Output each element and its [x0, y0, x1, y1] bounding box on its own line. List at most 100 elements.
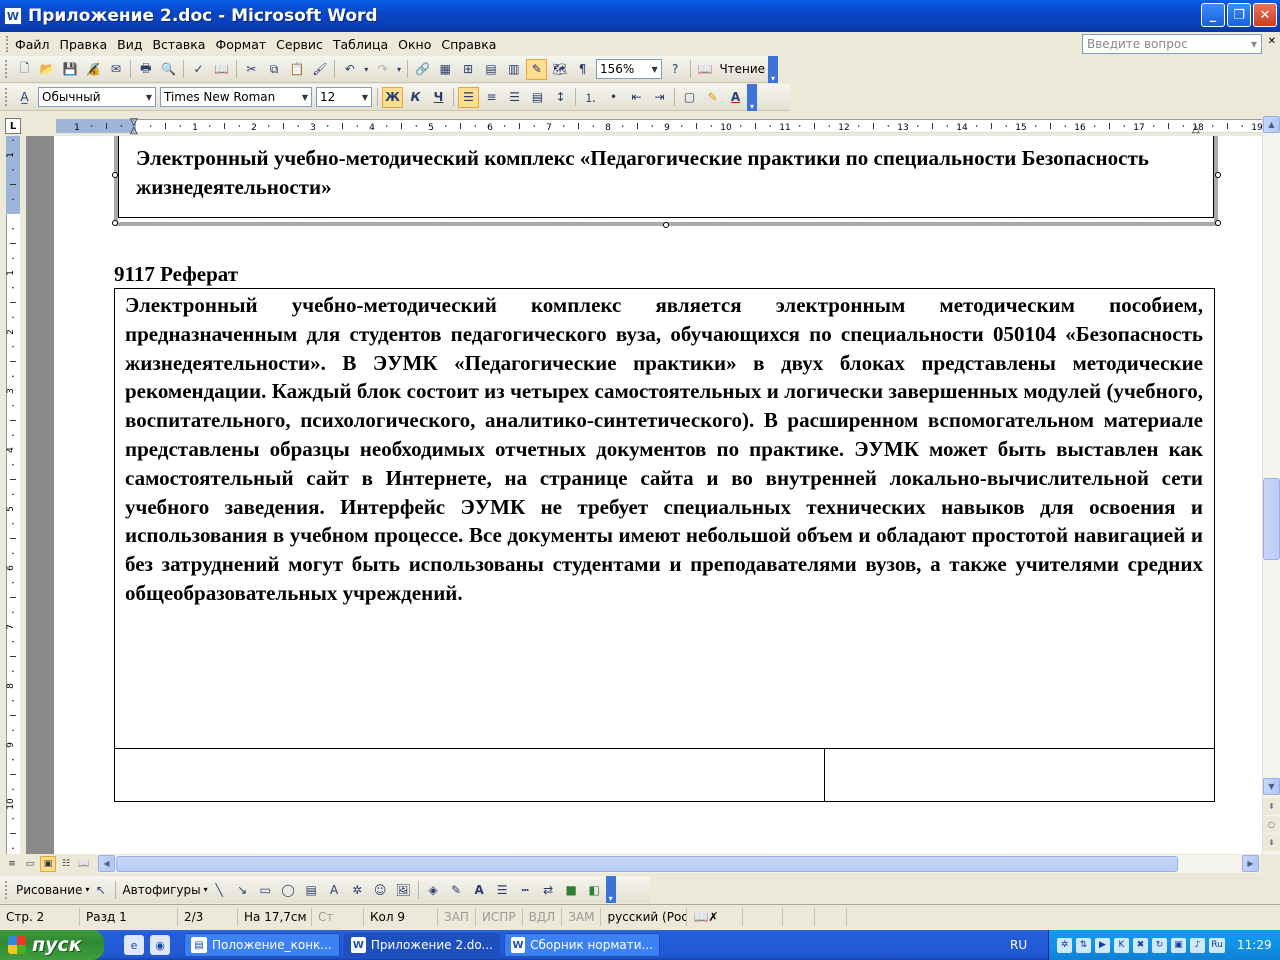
left-indent-marker[interactable]: △: [130, 125, 138, 136]
draw-menu-button[interactable]: Рисование: [16, 883, 82, 897]
frame-handle[interactable]: [663, 222, 669, 228]
status-page[interactable]: Стр. 2: [0, 907, 80, 926]
3d-style-icon[interactable]: ◧: [584, 879, 605, 900]
columns-icon[interactable]: ▥: [504, 59, 525, 80]
scroll-down-icon[interactable]: ▼: [1263, 778, 1280, 795]
numbering-icon[interactable]: ⒈: [580, 87, 601, 108]
status-ext[interactable]: ВДЛ: [523, 907, 563, 926]
diagram-icon[interactable]: ✲: [347, 879, 368, 900]
scroll-right-icon[interactable]: ▶: [1242, 855, 1259, 872]
section-title[interactable]: 9117 Реферат: [114, 262, 238, 287]
cut-icon[interactable]: ✂: [241, 59, 262, 80]
font-size-select[interactable]: 12 ▼: [316, 87, 372, 107]
menu-tools[interactable]: Сервис: [271, 37, 328, 52]
header-text[interactable]: Электронный учебно-методический комплекс…: [136, 144, 1206, 202]
wordart-icon[interactable]: A: [324, 879, 345, 900]
autoshapes-menu-button[interactable]: Автофигуры: [122, 883, 200, 897]
media-player-icon[interactable]: ▶: [1095, 937, 1110, 953]
toolbar-options-icon[interactable]: ▾: [768, 55, 779, 83]
clipart-icon[interactable]: ☺: [370, 879, 391, 900]
font-color-icon[interactable]: A: [725, 87, 746, 108]
keyboard-layout-icon[interactable]: Ru: [1209, 937, 1225, 953]
word-doc-icon[interactable]: W: [4, 7, 22, 25]
horizontal-scrollbar[interactable]: ◀ ▶: [98, 855, 1260, 873]
tables-borders-icon[interactable]: ▦: [435, 59, 456, 80]
reading-view-icon[interactable]: 📖: [76, 856, 92, 872]
update-icon[interactable]: ↻: [1152, 937, 1167, 953]
security-icon[interactable]: ✖: [1133, 937, 1148, 953]
copy-icon[interactable]: ⧉: [264, 59, 285, 80]
save-icon[interactable]: 💾: [60, 59, 81, 80]
decrease-indent-icon[interactable]: ⇤: [626, 87, 647, 108]
oval-tool-icon[interactable]: ◯: [278, 879, 299, 900]
chevron-down-icon[interactable]: ▼: [302, 93, 308, 102]
language-indicator[interactable]: RU: [1010, 930, 1027, 960]
chevron-down-icon[interactable]: ▼: [652, 65, 658, 74]
status-rec[interactable]: ЗАП: [438, 907, 476, 926]
document-page[interactable]: Электронный учебно-методический комплекс…: [54, 136, 1262, 854]
justify-icon[interactable]: ▤: [527, 87, 548, 108]
increase-indent-icon[interactable]: ⇥: [649, 87, 670, 108]
menu-file[interactable]: Файл: [10, 37, 55, 52]
previous-page-icon[interactable]: ⇞: [1263, 798, 1280, 815]
chevron-down-icon[interactable]: ▾: [85, 885, 89, 894]
line-style-icon[interactable]: ☰: [492, 879, 513, 900]
picture-icon[interactable]: 🖼: [393, 879, 414, 900]
status-column[interactable]: Кол 9: [364, 907, 438, 926]
select-browse-object-icon[interactable]: ○: [1263, 816, 1280, 833]
borders-icon[interactable]: ▢: [679, 87, 700, 108]
bullets-icon[interactable]: •: [603, 87, 624, 108]
outline-view-icon[interactable]: ☷: [58, 856, 74, 872]
new-document-icon[interactable]: 🗋: [14, 59, 35, 80]
toolbar-grip[interactable]: [5, 88, 9, 106]
show-formatting-icon[interactable]: ¶: [572, 59, 593, 80]
print-icon[interactable]: 🖶: [135, 59, 156, 80]
start-button[interactable]: пуск: [0, 930, 104, 960]
styles-pane-icon[interactable]: A̲: [14, 87, 35, 108]
toolbar-options-icon[interactable]: ▾: [605, 876, 616, 903]
menu-edit[interactable]: Правка: [55, 37, 113, 52]
normal-view-icon[interactable]: ≡: [4, 856, 20, 872]
frame-handle[interactable]: [1215, 172, 1221, 178]
email-icon[interactable]: ✉: [105, 59, 126, 80]
spelling-icon[interactable]: ✓: [188, 59, 209, 80]
chevron-down-icon[interactable]: ▼: [362, 93, 368, 102]
print-preview-icon[interactable]: 🔍: [158, 59, 179, 80]
permission-icon[interactable]: 🔏: [83, 59, 104, 80]
align-left-icon[interactable]: ☰: [458, 86, 479, 108]
next-page-icon[interactable]: ⇟: [1263, 834, 1280, 851]
undo-icon[interactable]: ↶: [339, 59, 360, 80]
insert-excel-icon[interactable]: ▤: [481, 59, 502, 80]
frame-handle[interactable]: [112, 220, 118, 226]
toolbar-options-icon[interactable]: ▾: [747, 83, 757, 111]
highlight-icon[interactable]: ✎: [702, 87, 723, 108]
display-icon[interactable]: ▣: [1171, 937, 1186, 953]
italic-button[interactable]: К: [405, 87, 426, 108]
open-folder-icon[interactable]: 📂: [37, 59, 58, 80]
bold-button[interactable]: Ж: [382, 86, 403, 108]
chevron-down-icon[interactable]: ▾: [362, 59, 370, 80]
close-button[interactable]: ✕: [1253, 3, 1277, 27]
network-icon[interactable]: ✲: [1057, 937, 1072, 953]
line-spacing-icon[interactable]: ↕: [550, 87, 571, 108]
scroll-left-icon[interactable]: ◀: [98, 855, 115, 872]
close-document-icon[interactable]: ✕: [1268, 36, 1276, 47]
chevron-down-icon[interactable]: ▼: [146, 93, 152, 102]
horizontal-scroll-thumb[interactable]: [116, 856, 1178, 872]
vertical-scrollbar[interactable]: ▲ ▼ ⇞ ○ ⇟: [1262, 116, 1280, 854]
frame-handle[interactable]: [1215, 220, 1221, 226]
shadow-style-icon[interactable]: ■: [561, 879, 582, 900]
status-position[interactable]: На 17,7см: [238, 907, 312, 926]
toolbar-grip[interactable]: [5, 60, 9, 78]
antivirus-icon[interactable]: K: [1114, 937, 1129, 953]
help-icon[interactable]: ?: [665, 59, 686, 80]
task-button-3[interactable]: W Сборник нормати...: [504, 933, 660, 957]
insert-table-icon[interactable]: ⊞: [458, 59, 479, 80]
document-map-icon[interactable]: 🗺: [549, 59, 570, 80]
web-view-icon[interactable]: ▭: [22, 856, 38, 872]
status-trk[interactable]: ИСПР: [476, 907, 523, 926]
ask-question-input[interactable]: Введите вопрос ▾: [1082, 34, 1262, 54]
research-icon[interactable]: 📖: [211, 59, 232, 80]
browser-icon[interactable]: e: [124, 935, 144, 955]
status-pages[interactable]: 2/3: [178, 907, 238, 926]
